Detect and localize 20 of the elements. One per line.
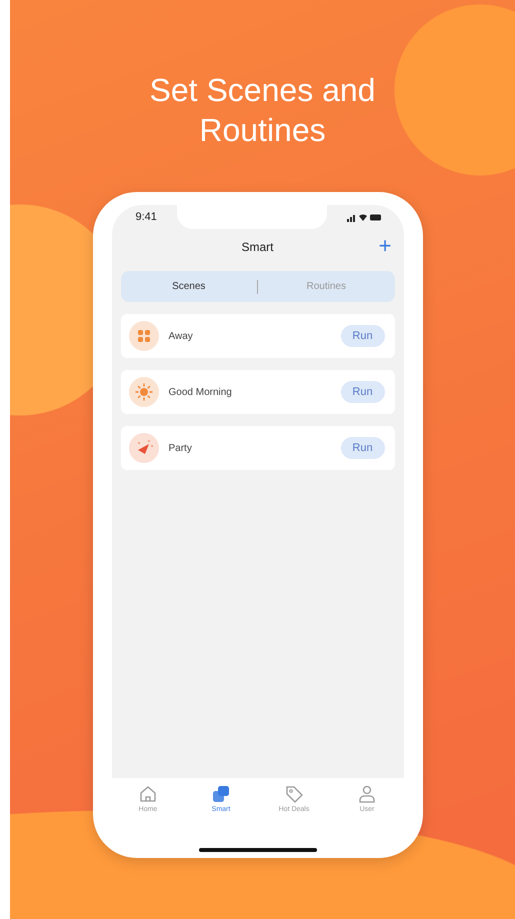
segment-tab[interactable]: Scenes	[120, 271, 257, 302]
run-button[interactable]: Run	[340, 437, 384, 459]
run-button[interactable]: Run	[340, 381, 384, 403]
status-icons	[347, 212, 382, 222]
segment-tab[interactable]: Routines	[258, 271, 394, 302]
headline: Set Scenes and Routines	[148, 71, 376, 150]
add-button[interactable]: +	[374, 233, 396, 259]
scene-name: Party	[168, 442, 193, 454]
home-icon	[138, 784, 158, 804]
party-horn-icon	[128, 433, 158, 463]
user-icon	[357, 784, 377, 804]
scene-name: Good Morning	[168, 386, 233, 398]
stacked-squares-icon	[211, 784, 231, 804]
sun-icon	[128, 377, 158, 407]
screen-title: Smart	[241, 240, 274, 254]
grid-icon	[128, 321, 158, 351]
status-time: 9:41	[136, 211, 157, 223]
tag-icon	[284, 784, 304, 804]
run-button[interactable]: Run	[340, 325, 384, 347]
scene-name: Away	[168, 330, 194, 342]
